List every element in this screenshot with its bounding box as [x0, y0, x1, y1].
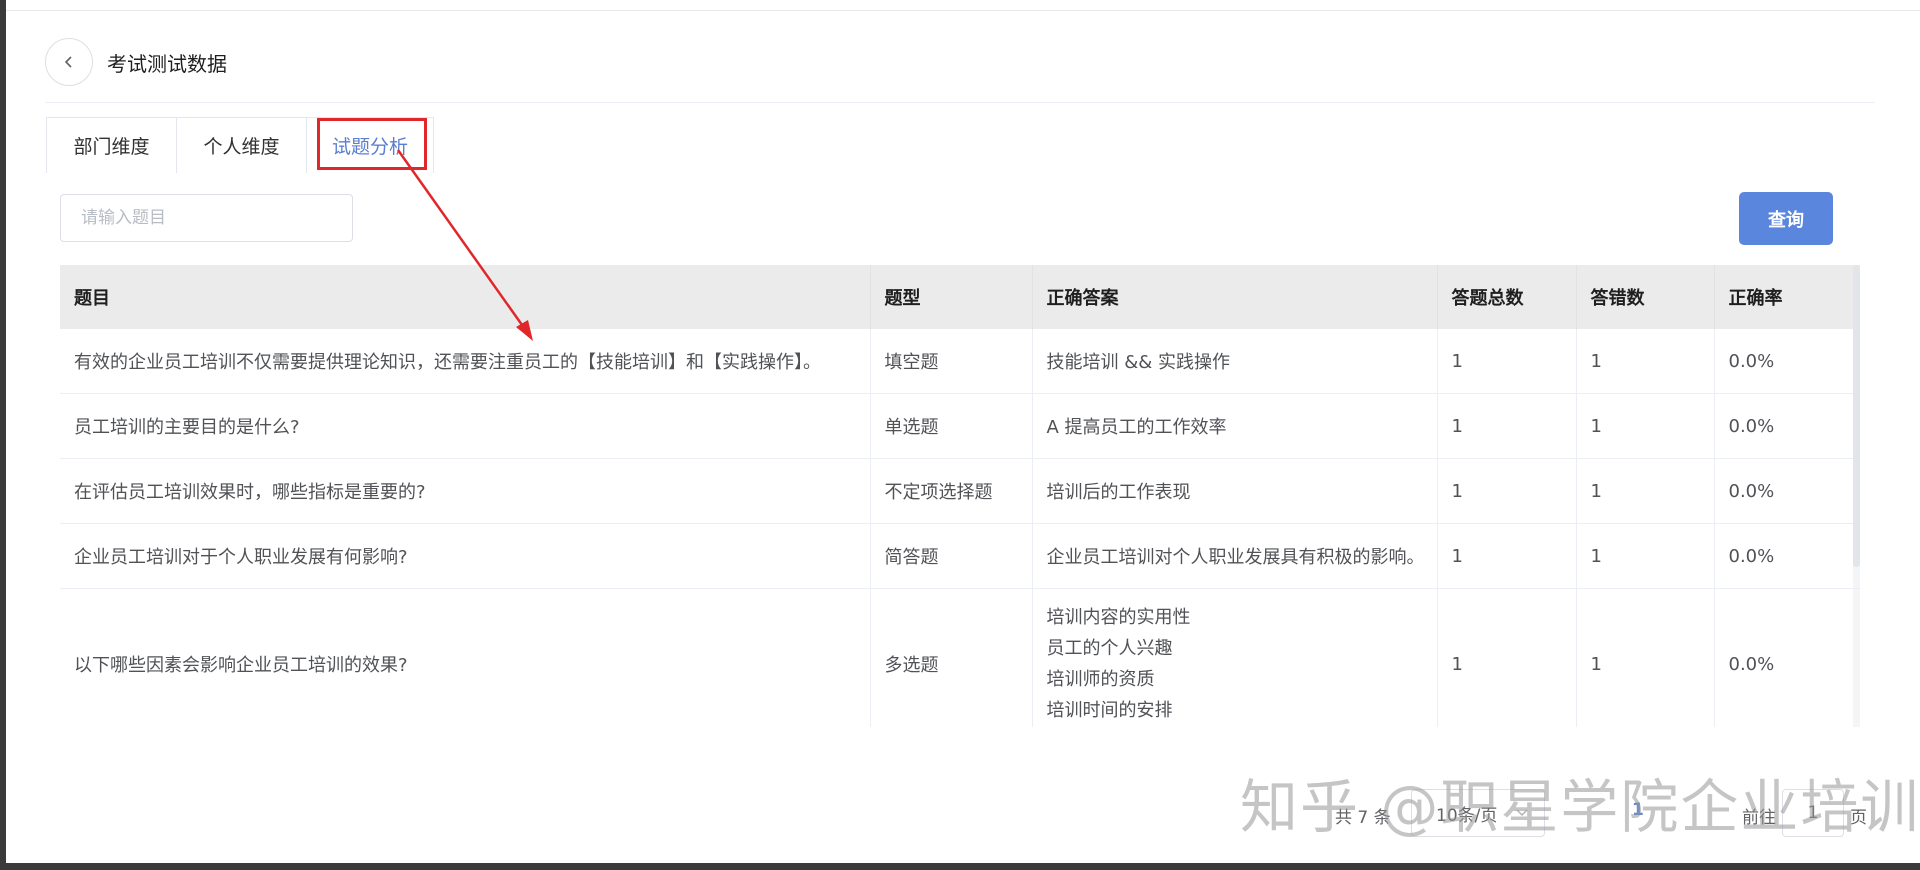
top-divider — [6, 10, 1920, 11]
cell-wrong: 1 — [1576, 393, 1715, 459]
cell-total: 1 — [1437, 588, 1577, 727]
cell-question: 员工培训的主要目的是什么? — [60, 393, 871, 459]
cell-wrong: 1 — [1576, 588, 1715, 727]
answer-option: 培训时间的安排 — [1046, 700, 1173, 721]
window-frame-bottom — [0, 863, 1920, 870]
cell-rate: 0.0% — [1714, 523, 1860, 589]
column-header-type: 题型 — [870, 265, 1033, 329]
cell-total: 1 — [1437, 523, 1577, 589]
cell-question: 在评估员工培训效果时，哪些指标是重要的? — [60, 458, 871, 524]
chevron-down-icon — [1516, 809, 1528, 817]
cell-total: 1 — [1437, 458, 1577, 524]
cell-type: 多选题 — [870, 588, 1033, 727]
column-header-answer: 正确答案 — [1032, 265, 1438, 329]
back-button[interactable] — [45, 38, 93, 86]
pagination-goto-input[interactable] — [1782, 789, 1844, 837]
column-header-question: 题目 — [60, 265, 871, 329]
pagination-goto-label: 前往 — [1742, 808, 1776, 828]
cell-wrong: 1 — [1576, 329, 1715, 394]
cell-answer: 企业员工培训对个人职业发展具有积极的影响。 — [1032, 523, 1438, 589]
column-header-total: 答题总数 — [1437, 265, 1577, 329]
cell-total: 1 — [1437, 393, 1577, 459]
question-table: 题目 题型 正确答案 答题总数 答错数 正确率 有效的企业员工培训不仅需要提供理… — [60, 265, 1860, 727]
answer-option: 培训内容的实用性 — [1046, 607, 1191, 628]
tab-personal[interactable]: 个人维度 — [176, 117, 307, 173]
cell-question: 以下哪些因素会影响企业员工培训的效果? — [60, 588, 871, 727]
page-title: 考试测试数据 — [107, 52, 227, 76]
cell-type: 单选题 — [870, 393, 1033, 459]
cell-answer: 培训后的工作表现 — [1032, 458, 1438, 524]
tab-question-analysis[interactable]: 试题分析 — [306, 117, 434, 173]
cell-question: 有效的企业员工培训不仅需要提供理论知识，还需要注重员工的【技能培训】和【实践操作… — [60, 329, 871, 394]
chevron-left-icon — [64, 56, 72, 68]
table-scrollbar-thumb[interactable] — [1853, 265, 1860, 567]
cell-type: 不定项选择题 — [870, 458, 1033, 524]
window-frame-left — [0, 0, 6, 870]
cell-wrong: 1 — [1576, 523, 1715, 589]
column-header-wrong: 答错数 — [1576, 265, 1715, 329]
cell-total: 1 — [1437, 329, 1577, 394]
question-search-input[interactable] — [60, 194, 353, 242]
cell-rate: 0.0% — [1714, 458, 1860, 524]
tab-bar: 部门维度 个人维度 试题分析 — [46, 117, 434, 173]
table-row: 企业员工培训对于个人职业发展有何影响? 简答题 企业员工培训对个人职业发展具有积… — [60, 523, 1860, 589]
tab-department[interactable]: 部门维度 — [46, 117, 177, 173]
table-header-row: 题目 题型 正确答案 答题总数 答错数 正确率 — [60, 265, 1860, 329]
cell-answer: 技能培训 && 实践操作 — [1032, 329, 1438, 394]
pagination-current-page[interactable]: 1 — [1632, 800, 1644, 820]
answer-option: 员工的个人兴趣 — [1046, 638, 1173, 659]
cell-wrong: 1 — [1576, 458, 1715, 524]
column-header-rate: 正确率 — [1714, 265, 1860, 329]
page-header: 考试测试数据 — [45, 38, 1875, 103]
cell-answer: A 提高员工的工作效率 — [1032, 393, 1438, 459]
pagination-total: 共 7 条 — [1335, 808, 1391, 828]
page-size-select[interactable]: 10条/页 — [1411, 789, 1545, 837]
table-row: 以下哪些因素会影响企业员工培训的效果? 多选题 培训内容的实用性 员工的个人兴趣… — [60, 588, 1860, 727]
table-row: 员工培训的主要目的是什么? 单选题 A 提高员工的工作效率 1 1 0.0% — [60, 393, 1860, 459]
cell-rate: 0.0% — [1714, 588, 1860, 727]
pagination-goto-suffix: 页 — [1850, 808, 1867, 828]
cell-rate: 0.0% — [1714, 393, 1860, 459]
table-row: 有效的企业员工培训不仅需要提供理论知识，还需要注重员工的【技能培训】和【实践操作… — [60, 329, 1860, 394]
answer-option: 培训师的资质 — [1046, 669, 1155, 690]
cell-question: 企业员工培训对于个人职业发展有何影响? — [60, 523, 871, 589]
page-size-value: 10条/页 — [1436, 805, 1498, 826]
cell-type: 填空题 — [870, 329, 1033, 394]
table-row: 在评估员工培训效果时，哪些指标是重要的? 不定项选择题 培训后的工作表现 1 1… — [60, 458, 1860, 524]
cell-rate: 0.0% — [1714, 329, 1860, 394]
cell-answer: 培训内容的实用性 员工的个人兴趣 培训师的资质 培训时间的安排 — [1032, 588, 1438, 727]
cell-type: 简答题 — [870, 523, 1033, 589]
query-button[interactable]: 查询 — [1739, 192, 1833, 245]
